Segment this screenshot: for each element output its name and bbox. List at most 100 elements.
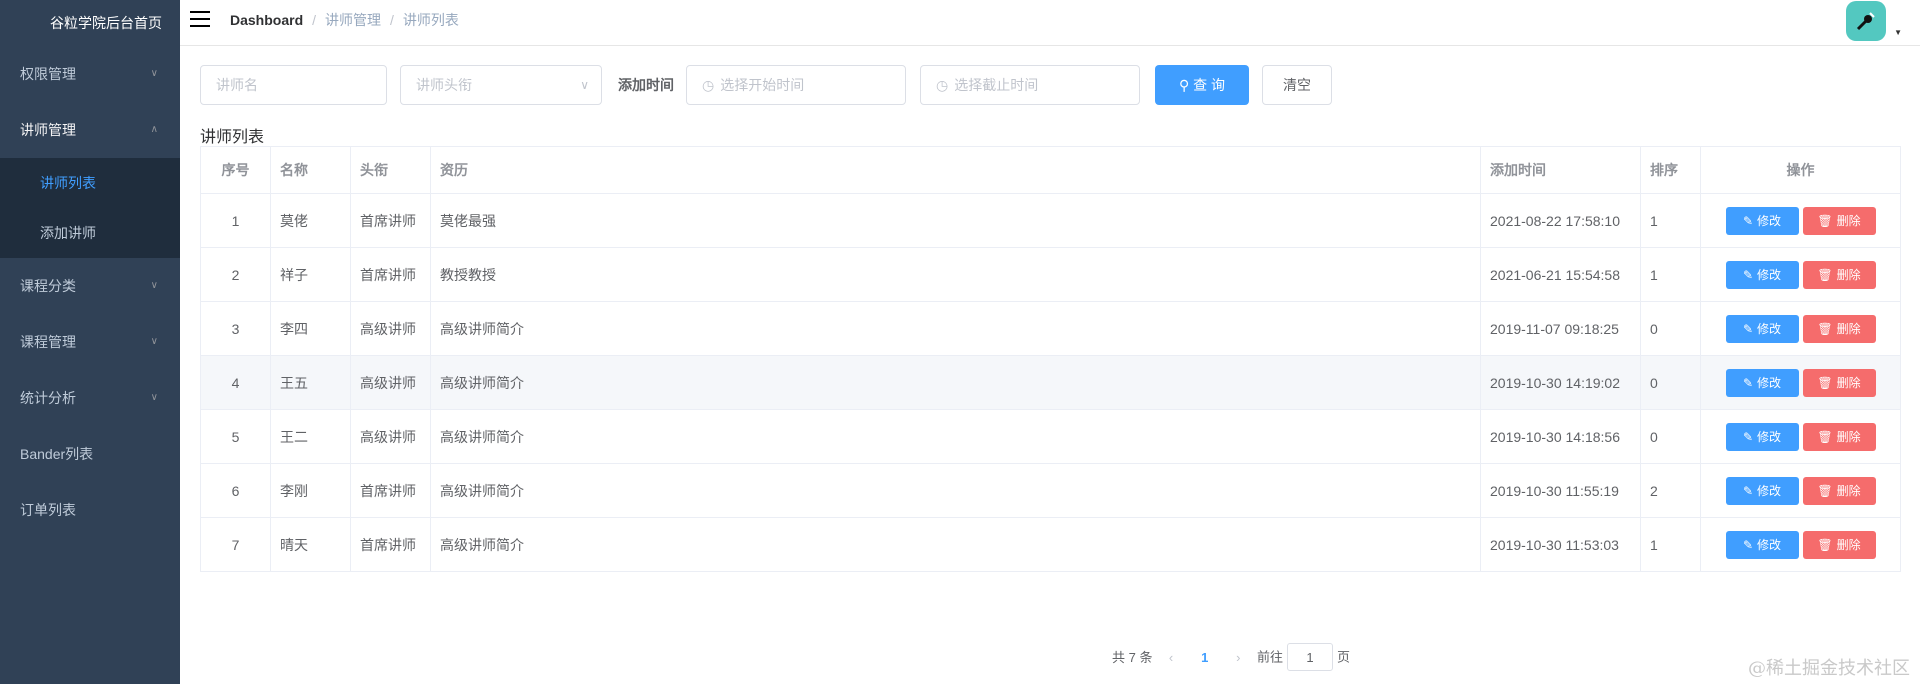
cell-sort: 1 (1640, 517, 1701, 572)
menu-item-label: Bander列表 (20, 446, 94, 462)
cell-index: 6 (200, 463, 271, 518)
cell-time: 2019-11-07 09:18:25 (1480, 301, 1641, 356)
menu-item-order-list[interactable]: 订单列表 (0, 482, 180, 538)
caret-down-icon[interactable]: ▼ (1894, 28, 1902, 37)
cell-time: 2019-10-30 14:19:02 (1480, 355, 1641, 410)
chevron-down-icon: ∨ (150, 68, 158, 79)
sidebar-brand[interactable]: 谷粒学院后台首页 (0, 0, 180, 46)
goto-page-input[interactable] (1286, 643, 1333, 672)
cell-actions: ✎ 修改 🗑 删除 (1700, 301, 1901, 356)
delete-button[interactable]: 🗑 删除 (1802, 368, 1876, 397)
goto-suffix: 页 (1336, 649, 1350, 665)
start-time-picker[interactable]: ◷ 选择开始时间 (686, 65, 906, 105)
edit-button[interactable]: ✎ 修改 (1725, 476, 1799, 505)
submenu-item-add-teacher[interactable]: 添加讲师 (0, 208, 180, 258)
breadcrumb-dashboard[interactable]: Dashboard (230, 12, 303, 28)
cell-level: 高级讲师 (350, 409, 431, 464)
cell-sort: 0 (1640, 355, 1701, 410)
cell-level: 首席讲师 (350, 463, 431, 518)
delete-label: 删除 (1836, 267, 1861, 282)
edit-button[interactable]: ✎ 修改 (1725, 368, 1799, 397)
delete-button[interactable]: 🗑 删除 (1802, 422, 1876, 451)
cell-intro: 莫佬最强 (430, 193, 1481, 248)
menu-item-label: 订单列表 (20, 502, 76, 518)
edit-icon: ✎ (1742, 213, 1754, 228)
table-row: 2 祥子 首席讲师 教授教授 2021-06-21 15:54:58 1 ✎ 修改 🗑 删除 (200, 247, 1901, 302)
add-time-label: 添加时间 (618, 77, 674, 93)
pagination: 共 7 条 ‹ 1 › 前往 页 (1112, 643, 1350, 672)
edit-button[interactable]: ✎ 修改 (1725, 206, 1799, 235)
chevron-up-icon: ∧ (150, 124, 158, 135)
breadcrumb-separator: / (390, 12, 394, 28)
header-index: 序号 (200, 146, 271, 194)
filter-form: 讲师名 讲师头衔 ∨ 添加时间 ◷ 选择开始时间 ◷ 选择截止时间 ⚲ 查 询 清空 (200, 65, 1900, 105)
edit-button[interactable]: ✎ 修改 (1725, 260, 1799, 289)
edit-label: 修改 (1757, 213, 1782, 228)
cell-name: 李四 (270, 301, 351, 356)
query-button-label: 查 询 (1193, 77, 1226, 93)
menu-item-permissions[interactable]: 权限管理 ∨ (0, 46, 180, 102)
edit-button[interactable]: ✎ 修改 (1725, 314, 1799, 343)
header-time: 添加时间 (1480, 146, 1641, 194)
avatar[interactable] (1846, 1, 1886, 41)
edit-icon: ✎ (1742, 375, 1754, 390)
chevron-down-icon: ∨ (580, 78, 589, 92)
clear-button[interactable]: 清空 (1262, 65, 1332, 105)
page-number[interactable]: 1 (1190, 644, 1220, 672)
cell-index: 7 (200, 517, 271, 572)
header-intro: 资历 (430, 146, 1481, 194)
hamburger-icon[interactable] (190, 11, 210, 29)
menu-item-banner-list[interactable]: Bander列表 (0, 426, 180, 482)
chevron-down-icon: ∨ (150, 392, 158, 403)
cell-actions: ✎ 修改 🗑 删除 (1700, 355, 1901, 410)
sidebar: 谷粒学院后台首页 权限管理 ∨ 讲师管理 ∧ 讲师列表 添加讲师 课程分类 ∨ … (0, 0, 180, 684)
edit-icon: ✎ (1742, 537, 1754, 552)
menu-item-label: 统计分析 (20, 390, 76, 406)
delete-button[interactable]: 🗑 删除 (1802, 260, 1876, 289)
breadcrumb-teacher-management[interactable]: 讲师管理 (325, 12, 381, 28)
cell-actions: ✎ 修改 🗑 删除 (1700, 409, 1901, 464)
cell-index: 2 (200, 247, 271, 302)
delete-button[interactable]: 🗑 删除 (1802, 530, 1876, 559)
edit-icon: ✎ (1742, 429, 1754, 444)
cell-index: 3 (200, 301, 271, 356)
delete-button[interactable]: 🗑 删除 (1802, 206, 1876, 235)
edit-button[interactable]: ✎ 修改 (1725, 530, 1799, 559)
delete-button[interactable]: 🗑 删除 (1802, 476, 1876, 505)
teacher-level-select[interactable]: 讲师头衔 ∨ (400, 65, 602, 105)
delete-button[interactable]: 🗑 删除 (1802, 314, 1876, 343)
edit-icon: ✎ (1742, 321, 1754, 336)
cell-name: 王五 (270, 355, 351, 410)
breadcrumb-separator: / (312, 12, 317, 28)
table-row: 1 莫佬 首席讲师 莫佬最强 2021-08-22 17:58:10 1 ✎ 修改 🗑 删除 (200, 193, 1901, 248)
prev-page-icon[interactable]: ‹ (1156, 644, 1186, 672)
cell-intro: 教授教授 (430, 247, 1481, 302)
teacher-name-input[interactable]: 讲师名 (200, 65, 387, 105)
edit-icon: ✎ (1742, 267, 1754, 282)
cell-sort: 1 (1640, 193, 1701, 248)
cell-time: 2019-10-30 14:18:56 (1480, 409, 1641, 464)
navbar: Dashboard / 讲师管理 / 讲师列表 ▼ (180, 0, 1920, 46)
submenu-item-teacher-list[interactable]: 讲师列表 (0, 158, 180, 208)
edit-button[interactable]: ✎ 修改 (1725, 422, 1799, 451)
menu-item-teachers[interactable]: 讲师管理 ∧ (0, 102, 180, 158)
cell-intro: 高级讲师简介 (430, 409, 1481, 464)
cell-level: 首席讲师 (350, 517, 431, 572)
cell-name: 王二 (270, 409, 351, 464)
cell-time: 2019-10-30 11:55:19 (1480, 463, 1641, 518)
placeholder-text: 讲师名 (216, 77, 258, 93)
next-page-icon[interactable]: › (1223, 644, 1253, 672)
query-button[interactable]: ⚲ 查 询 (1155, 65, 1249, 105)
header-name: 名称 (270, 146, 351, 194)
cell-sort: 2 (1640, 463, 1701, 518)
end-time-picker[interactable]: ◷ 选择截止时间 (920, 65, 1140, 105)
goto-prefix: 前往 (1256, 649, 1283, 665)
menu-item-courses[interactable]: 课程管理 ∨ (0, 314, 180, 370)
cell-time: 2021-08-22 17:58:10 (1480, 193, 1641, 248)
edit-label: 修改 (1757, 429, 1782, 444)
menu-item-statistics[interactable]: 统计分析 ∨ (0, 370, 180, 426)
table-row: 4 王五 高级讲师 高级讲师简介 2019-10-30 14:19:02 0 ✎ 修改 🗑 删除 (200, 355, 1901, 410)
edit-label: 修改 (1757, 321, 1782, 336)
menu-item-subjects[interactable]: 课程分类 ∨ (0, 258, 180, 314)
cell-intro: 高级讲师简介 (430, 463, 1481, 518)
